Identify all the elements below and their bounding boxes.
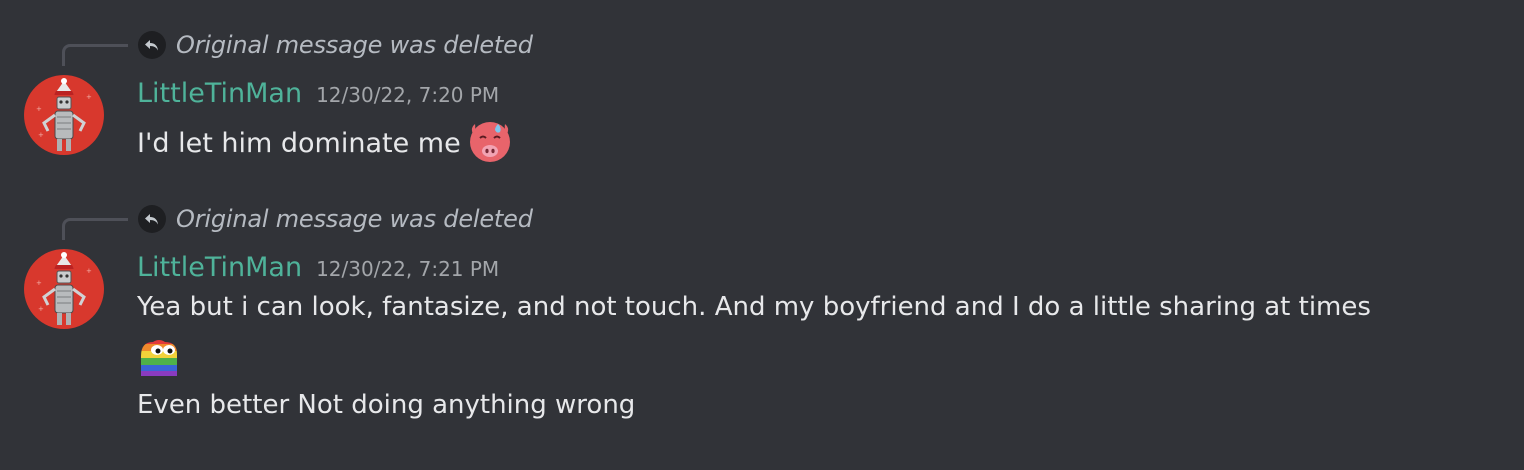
svg-text:+: + — [38, 131, 44, 139]
reply-connector-line — [62, 44, 128, 66]
avatar[interactable]: + + + — [24, 75, 104, 155]
svg-text:+: + — [36, 105, 42, 113]
reply-deleted-text: Original message was deleted — [176, 205, 533, 233]
message-header: LittleTinMan 12/30/22, 7:20 PM — [137, 78, 499, 109]
reply-arrow-icon — [138, 31, 166, 59]
reply-arrow-icon — [138, 205, 166, 233]
username[interactable]: LittleTinMan — [137, 252, 302, 283]
timestamp[interactable]: 12/30/22, 7:21 PM — [316, 257, 499, 281]
rainbow-pepe-emoji[interactable] — [137, 336, 181, 385]
avatar[interactable]: + + + — [24, 249, 104, 329]
message-text: I'd let him dominate me — [137, 128, 461, 159]
reply-deleted-text: Original message was deleted — [176, 31, 533, 59]
username[interactable]: LittleTinMan — [137, 78, 302, 109]
message-header: LittleTinMan 12/30/22, 7:21 PM — [137, 252, 499, 283]
hot-face-emoji[interactable] — [467, 118, 513, 171]
reply-connector-line — [62, 218, 128, 240]
svg-text:+: + — [36, 279, 42, 287]
reply-preview[interactable]: Original message was deleted — [138, 204, 533, 234]
svg-text:+: + — [86, 93, 92, 101]
reply-preview[interactable]: Original message was deleted — [138, 30, 533, 60]
svg-text:+: + — [38, 305, 44, 313]
timestamp[interactable]: 12/30/22, 7:20 PM — [316, 83, 499, 107]
message-text: Even better Not doing anything wrong — [137, 390, 636, 420]
message-text: Yea but i can look, fantasize, and not t… — [137, 292, 1371, 322]
message-content: I'd let him dominate me — [137, 118, 513, 171]
svg-text:+: + — [86, 267, 92, 275]
